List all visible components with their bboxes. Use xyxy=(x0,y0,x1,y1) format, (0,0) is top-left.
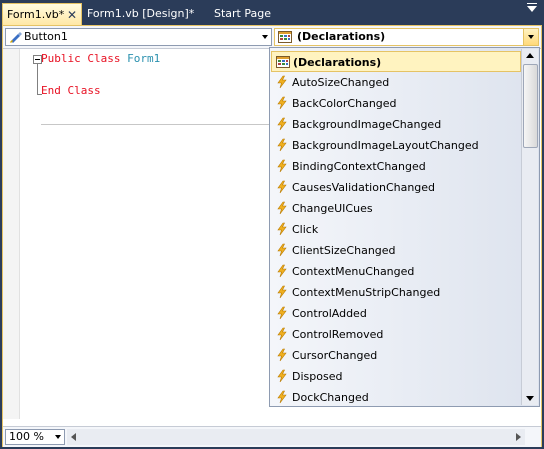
dropdown-item[interactable]: CursorChanged xyxy=(271,345,521,366)
dropdown-item-label: ControlAdded xyxy=(292,307,367,320)
scroll-left-icon[interactable] xyxy=(67,429,81,445)
dropdown-item-label: ControlRemoved xyxy=(292,328,384,341)
class-name-value: Button1 xyxy=(24,30,68,43)
dropdown-item-label: ClientSizeChanged xyxy=(292,244,396,257)
event-icon xyxy=(275,327,289,341)
chevron-down-icon xyxy=(55,435,61,439)
dropdown-item-label: Disposed xyxy=(292,370,343,383)
chevron-down-icon xyxy=(262,35,268,39)
dropdown-item[interactable]: Click xyxy=(271,219,521,240)
tab-label: Form1.vb [Design]* xyxy=(87,7,195,20)
keyword-end: End xyxy=(41,84,61,97)
dropdown-item[interactable]: BindingContextChanged xyxy=(271,156,521,177)
dropdown-item[interactable]: AutoSizeChanged xyxy=(271,72,521,93)
dropdown-item-label: DockChanged xyxy=(292,391,369,404)
dropdown-item[interactable]: DockChanged xyxy=(271,387,521,408)
zoom-combo[interactable]: 100 % xyxy=(5,429,65,445)
event-icon xyxy=(275,390,289,404)
event-icon xyxy=(275,138,289,152)
scroll-down-icon[interactable] xyxy=(522,391,538,405)
dropdown-item[interactable]: BackColorChanged xyxy=(271,93,521,114)
navigation-bar: Button1 (Declarations) xyxy=(3,26,541,49)
event-icon xyxy=(275,75,289,89)
document-tab-strip: Form1.vb* ✕ Form1.vb [Design]* Start Pag… xyxy=(0,0,544,25)
event-icon xyxy=(275,201,289,215)
declarations-icon xyxy=(278,31,292,43)
keyword-class: Class xyxy=(67,84,101,97)
dropdown-item[interactable]: BackgroundImageLayoutChanged xyxy=(271,135,521,156)
event-icon xyxy=(275,243,289,257)
tab-list-dropdown-icon[interactable] xyxy=(527,6,537,12)
scroll-thumb[interactable] xyxy=(523,64,538,148)
event-icon xyxy=(275,222,289,236)
scroll-corner xyxy=(527,429,541,445)
method-dropdown-list: (Declarations) AutoSizeChanged BackColorCh… xyxy=(269,47,540,407)
class-identifier: Form1 xyxy=(127,52,161,65)
dropdown-item-label: BackgroundImageLayoutChanged xyxy=(292,139,479,152)
method-name-combo[interactable]: (Declarations) xyxy=(274,28,539,46)
dropdown-item[interactable]: ControlRemoved xyxy=(271,324,521,345)
event-icon xyxy=(275,117,289,131)
tab-form1-vb[interactable]: Form1.vb* ✕ xyxy=(2,3,82,25)
chevron-down-icon xyxy=(528,35,534,39)
method-name-value: (Declarations) xyxy=(297,30,386,43)
event-icon xyxy=(275,264,289,278)
tab-label: Form1.vb* xyxy=(7,8,65,21)
keyword-public: Public xyxy=(41,52,81,65)
code-text[interactable]: Public Class Form1 End Class xyxy=(41,51,160,99)
dropdown-item-label: BackColorChanged xyxy=(292,97,397,110)
dropdown-item-label: BindingContextChanged xyxy=(292,160,426,173)
dropdown-item-label: AutoSizeChanged xyxy=(292,76,390,89)
vertical-scrollbar[interactable] xyxy=(521,49,538,405)
dropdown-item-label: ChangeUICues xyxy=(292,202,373,215)
dropdown-item[interactable]: ContextMenuStripChanged xyxy=(271,282,521,303)
dropdown-item-label: ContextMenuChanged xyxy=(292,265,415,278)
editor-bottom-bar: 100 % xyxy=(3,426,541,447)
dropdown-item-label: CausesValidationChanged xyxy=(292,181,436,194)
control-icon xyxy=(10,32,22,43)
dropdown-item[interactable]: ClientSizeChanged xyxy=(271,240,521,261)
declarations-icon xyxy=(276,55,290,69)
margin-divider xyxy=(19,49,22,419)
dropdown-item-label: ContextMenuStripChanged xyxy=(292,286,441,299)
dropdown-item[interactable]: ControlAdded xyxy=(271,303,521,324)
dropdown-item[interactable]: Disposed xyxy=(271,366,521,387)
dropdown-item[interactable]: ContextMenuChanged xyxy=(271,261,521,282)
dropdown-item-label: (Declarations) xyxy=(293,56,382,69)
horizontal-scrollbar[interactable] xyxy=(67,429,525,445)
event-icon xyxy=(275,369,289,383)
dropdown-item-label: Click xyxy=(292,223,319,236)
scroll-right-icon[interactable] xyxy=(511,429,525,445)
tab-list-bar xyxy=(527,3,537,4)
dropdown-item-label: BackgroundImageChanged xyxy=(292,118,442,131)
zoom-level: 100 % xyxy=(9,430,44,443)
dropdown-item-label: CursorChanged xyxy=(292,349,378,362)
tab-label: Start Page xyxy=(214,7,271,20)
keyword-class: Class xyxy=(87,52,121,65)
event-icon xyxy=(275,96,289,110)
event-icon xyxy=(275,285,289,299)
dropdown-item[interactable]: ChangeUICues xyxy=(271,198,521,219)
event-icon xyxy=(275,348,289,362)
close-icon[interactable]: ✕ xyxy=(66,4,78,26)
tab-start-page[interactable]: Start Page xyxy=(214,3,271,25)
dropdown-button[interactable] xyxy=(523,29,538,45)
event-icon xyxy=(275,306,289,320)
event-icon xyxy=(275,180,289,194)
tab-form1-design[interactable]: Form1.vb [Design]* xyxy=(87,3,194,25)
outline-line xyxy=(37,64,38,94)
event-icon xyxy=(275,159,289,173)
scroll-up-icon[interactable] xyxy=(522,49,538,63)
dropdown-item[interactable]: BackgroundImageChanged xyxy=(271,114,521,135)
dropdown-item[interactable]: CausesValidationChanged xyxy=(271,177,521,198)
class-name-combo[interactable]: Button1 xyxy=(5,28,272,46)
dropdown-item[interactable]: (Declarations) xyxy=(271,51,521,72)
